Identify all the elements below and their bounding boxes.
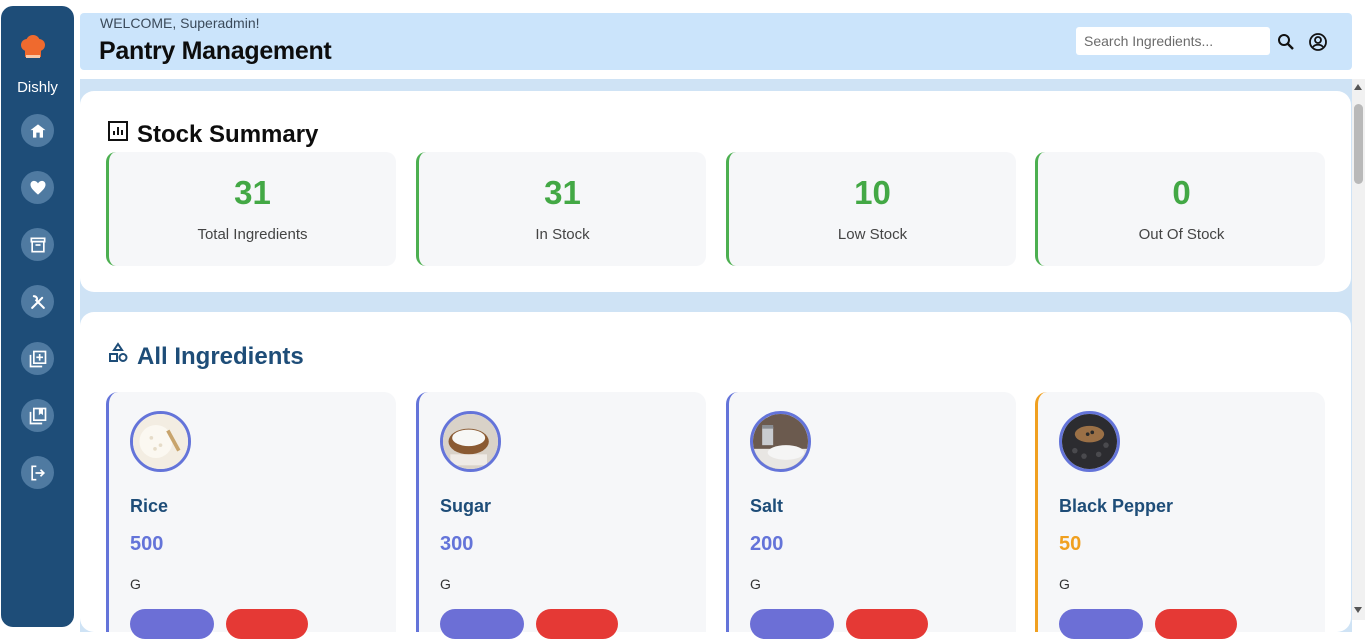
archive-icon[interactable] xyxy=(21,228,54,261)
stat-low-stock: 10 Low Stock xyxy=(726,152,1016,266)
chart-icon xyxy=(107,120,129,149)
ingredient-card-sugar[interactable]: Sugar 300 G xyxy=(416,392,706,639)
black-pepper-image xyxy=(1059,411,1120,472)
salt-image xyxy=(750,411,811,472)
ingredient-name: Sugar xyxy=(440,496,492,516)
ingredient-card-salt[interactable]: Salt 200 G xyxy=(726,392,1016,639)
ingredients-title: All Ingredients xyxy=(137,342,304,370)
ingredient-name: Black Pepper xyxy=(1059,496,1174,516)
shapes-icon xyxy=(107,342,129,371)
welcome-text: WELCOME, Superadmin! xyxy=(100,15,260,31)
stat-in-stock: 31 In Stock xyxy=(416,152,706,266)
ingredient-card-black-pepper[interactable]: Black Pepper 50 G xyxy=(1035,392,1325,639)
stock-summary-title: Stock Summary xyxy=(137,120,319,148)
heart-icon[interactable] xyxy=(21,171,54,204)
delete-button[interactable] xyxy=(536,609,618,639)
ingredient-unit: G xyxy=(1059,576,1070,592)
account-icon[interactable] xyxy=(1308,32,1328,52)
edit-button[interactable] xyxy=(130,609,214,639)
ingredient-quantity: 500 xyxy=(130,533,164,555)
ingredient-quantity: 200 xyxy=(750,533,784,555)
stat-total-ingredients: 31 Total Ingredients xyxy=(106,152,396,266)
ingredient-unit: G xyxy=(750,576,761,592)
brand-name: Dishly xyxy=(17,79,58,96)
scroll-down-arrow-icon[interactable] xyxy=(1354,607,1362,613)
ingredient-name: Salt xyxy=(750,496,784,516)
header: WELCOME, Superadmin! Pantry Management xyxy=(80,13,1352,70)
delete-button[interactable] xyxy=(846,609,928,639)
ingredient-quantity: 300 xyxy=(440,533,474,555)
delete-button[interactable] xyxy=(226,609,308,639)
ingredient-unit: G xyxy=(130,576,141,592)
stat-value: 31 xyxy=(234,174,271,211)
scroll-thumb[interactable] xyxy=(1354,104,1363,184)
ingredient-unit: G xyxy=(440,576,451,592)
search-icon[interactable] xyxy=(1276,32,1296,52)
stat-value: 10 xyxy=(854,174,891,211)
ingredient-card-rice[interactable]: Rice 500 G xyxy=(106,392,396,639)
stat-label: Out Of Stock xyxy=(1138,226,1225,243)
rice-image xyxy=(130,411,191,472)
ingredient-quantity: 50 xyxy=(1059,533,1082,555)
logout-icon[interactable] xyxy=(21,456,54,489)
chef-hat-icon[interactable] xyxy=(18,33,48,63)
ingredients-heading: All Ingredients xyxy=(107,342,304,371)
sugar-image xyxy=(440,411,501,472)
library-icon[interactable] xyxy=(21,399,54,432)
ingredient-name: Rice xyxy=(130,496,169,516)
scroll-up-arrow-icon[interactable] xyxy=(1354,84,1362,90)
vertical-scrollbar[interactable] xyxy=(1352,79,1365,620)
edit-button[interactable] xyxy=(1059,609,1143,639)
utensils-icon[interactable] xyxy=(21,285,54,318)
stat-label: In Stock xyxy=(535,226,590,243)
stat-label: Total Ingredients xyxy=(197,226,308,243)
add-box-icon[interactable] xyxy=(21,342,54,375)
stat-label: Low Stock xyxy=(837,226,908,243)
home-icon[interactable] xyxy=(21,114,54,147)
stock-summary-heading: Stock Summary xyxy=(107,120,318,149)
search-input[interactable] xyxy=(1076,27,1270,55)
stat-value: 0 xyxy=(1172,174,1191,211)
stat-out-of-stock: 0 Out Of Stock xyxy=(1035,152,1325,266)
edit-button[interactable] xyxy=(750,609,834,639)
edit-button[interactable] xyxy=(440,609,524,639)
stat-value: 31 xyxy=(544,174,581,211)
sidebar: Dishly xyxy=(1,6,74,627)
page-title: Pantry Management xyxy=(99,37,332,65)
delete-button[interactable] xyxy=(1155,609,1237,639)
